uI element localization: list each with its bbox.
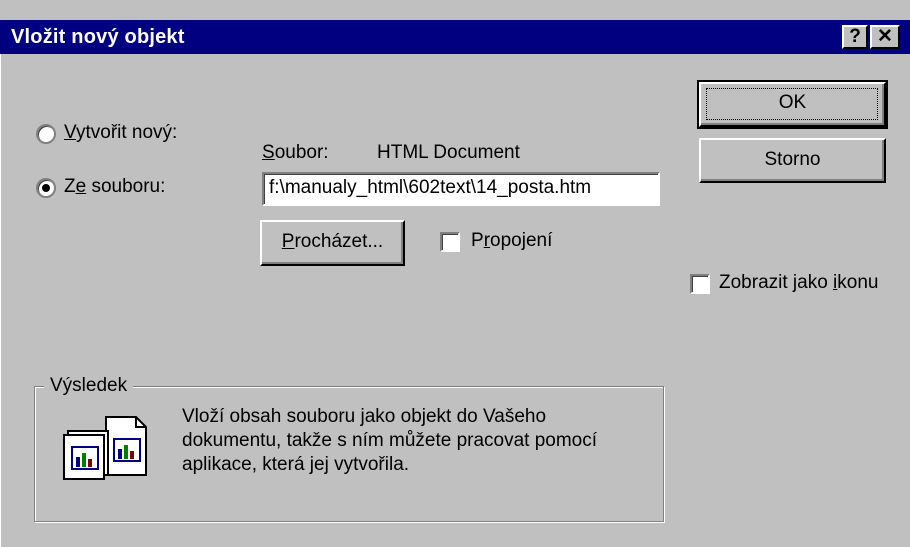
label-part: ytvořit nový: (75, 122, 178, 143)
radio-selected-dot (42, 184, 50, 192)
result-description: Vloží obsah souboru jako objekt do Vašeh… (182, 405, 652, 477)
file-path-input[interactable]: f:\manualy_html\602text\14_posta.htm (262, 172, 660, 206)
label-part: konu (837, 272, 879, 293)
ok-button[interactable]: OK (697, 80, 888, 129)
display-as-icon-label[interactable]: Zobrazit jako ikonu (719, 272, 878, 294)
radio-from-file-label[interactable]: Ze souboru: (64, 176, 165, 198)
radio-create-new[interactable] (36, 124, 56, 144)
browse-button-label: rocházet... (294, 231, 384, 252)
label-part: oubor: (274, 142, 329, 163)
file-type: HTML Document (377, 142, 520, 163)
result-line: aplikace, která jej vytvořila. (182, 454, 410, 475)
browse-button[interactable]: Procházet... (260, 220, 405, 266)
radio-create-new-label[interactable]: Vytvořit nový: (64, 122, 177, 144)
radio-from-file[interactable] (36, 178, 56, 198)
link-checkbox[interactable] (440, 232, 460, 252)
close-button[interactable]: ✕ (870, 25, 900, 49)
document-object-icon (62, 415, 148, 481)
label-accesskey: e (75, 176, 87, 197)
result-line: Vloží obsah souboru jako objekt do Vašeh… (182, 406, 547, 427)
label-accesskey: S (262, 142, 275, 163)
result-legend: Výsledek (44, 375, 134, 397)
label-part: Z (64, 176, 76, 197)
label-accesskey: V (64, 122, 76, 143)
help-button[interactable]: ? (842, 25, 868, 49)
label-accesskey: P (281, 231, 295, 252)
link-checkbox-label[interactable]: Propojení (471, 230, 552, 252)
close-icon: ✕ (877, 26, 893, 47)
display-as-icon-checkbox[interactable] (690, 274, 710, 294)
result-line: dokumentu, takže s ním můžete pracovat p… (182, 430, 598, 451)
label-part: opojení (490, 230, 553, 251)
label-part: Zobrazit jako (719, 272, 834, 293)
title-bar[interactable]: Vložit nový objekt ? ✕ (0, 20, 910, 54)
window-title: Vložit nový objekt (11, 26, 185, 48)
cancel-button-label: Storno (764, 149, 821, 170)
label-part: souboru: (86, 176, 166, 197)
cancel-button[interactable]: Storno (699, 138, 886, 183)
file-label: Soubor: (262, 142, 329, 164)
help-icon: ? (849, 26, 861, 47)
focus-rectangle (706, 88, 878, 120)
label-part: P (471, 230, 484, 251)
window-frame (0, 20, 13, 547)
